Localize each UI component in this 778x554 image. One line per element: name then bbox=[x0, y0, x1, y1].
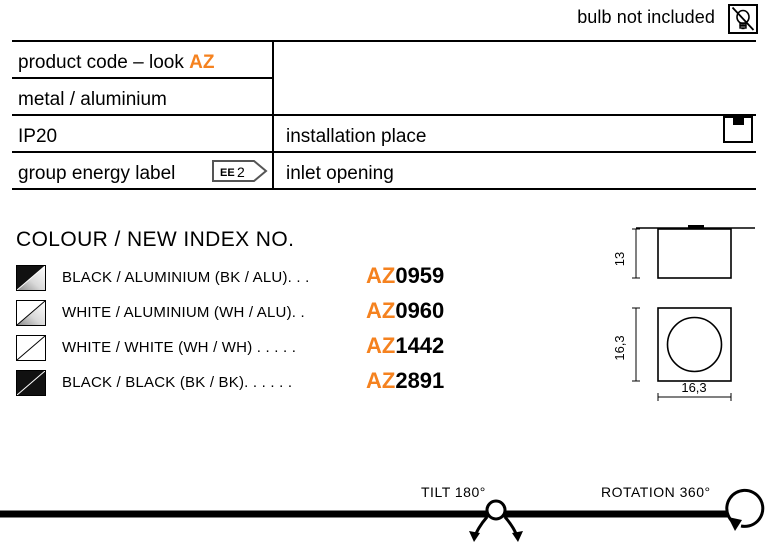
row-energy-label: group energy label bbox=[18, 163, 176, 184]
bulb-note-strip: bulb not included bbox=[0, 0, 778, 38]
table-rule-top bbox=[12, 40, 756, 42]
row-inlet-opening: inlet opening bbox=[286, 163, 394, 184]
colour-index-section: COLOUR / NEW INDEX NO. BLACK / ALUMINIUM… bbox=[16, 228, 486, 401]
colour-name-text: BLACK / ALUMINIUM (BK / ALU) bbox=[62, 269, 288, 286]
white-aluminium-swatch bbox=[16, 300, 46, 326]
colour-code: AZ1442 bbox=[366, 333, 444, 359]
bulb-crossed-out-icon bbox=[728, 4, 758, 34]
svg-text:EE: EE bbox=[220, 167, 235, 179]
colour-section-heading: COLOUR / NEW INDEX NO. bbox=[16, 228, 295, 251]
colour-name-text: WHITE / WHITE (WH / WH) bbox=[62, 339, 253, 356]
code-number: 0959 bbox=[395, 263, 445, 288]
code-prefix: AZ bbox=[366, 298, 396, 323]
colour-code: AZ0959 bbox=[366, 263, 444, 289]
table-rule-3 bbox=[12, 151, 756, 153]
motion-capability-strip: TILT 180° ROTATION 360° bbox=[0, 470, 778, 554]
product-spec-sheet: bulb not included product code – look AZ… bbox=[0, 0, 778, 554]
list-item: WHITE / WHITE (WH / WH) . . . . . AZ1442 bbox=[16, 331, 486, 366]
colour-leader: . . . . . bbox=[256, 339, 297, 356]
rotation-label: ROTATION 360° bbox=[601, 484, 711, 500]
black-aluminium-swatch bbox=[16, 265, 46, 291]
colour-leader: . . . . . . bbox=[244, 374, 293, 391]
svg-text:2: 2 bbox=[237, 164, 245, 180]
list-item: BLACK / ALUMINIUM (BK / ALU). . . AZ0959 bbox=[16, 261, 486, 296]
bulb-note-label: bulb not included bbox=[577, 7, 715, 27]
code-number: 0960 bbox=[395, 298, 445, 323]
tilt-label: TILT 180° bbox=[421, 484, 486, 500]
colour-name: BLACK / ALUMINIUM (BK / ALU). . . bbox=[62, 269, 310, 286]
black-black-swatch bbox=[16, 370, 46, 396]
ceiling-mount-icon bbox=[722, 114, 754, 144]
colour-name: WHITE / ALUMINIUM (WH / ALU). . bbox=[62, 304, 305, 321]
colour-name-text: BLACK / BLACK (BK / BK) bbox=[62, 374, 245, 391]
spec-table: product code – look AZ metal / aluminium… bbox=[12, 40, 756, 190]
code-prefix: AZ bbox=[366, 368, 396, 393]
table-column-divider bbox=[272, 40, 274, 188]
colour-leader: . . . bbox=[287, 269, 310, 286]
product-code-value: AZ bbox=[189, 52, 215, 73]
row-material: metal / aluminium bbox=[18, 89, 167, 110]
colour-name-text: WHITE / ALUMINIUM (WH / ALU) bbox=[62, 304, 292, 321]
table-rule-2 bbox=[12, 114, 756, 116]
energy-label-badge: EE 2 bbox=[212, 160, 268, 182]
code-number: 2891 bbox=[395, 368, 445, 393]
code-prefix: AZ bbox=[366, 263, 396, 288]
colour-leader: . . bbox=[291, 304, 305, 321]
row-ip-rating: IP20 bbox=[18, 126, 58, 147]
code-prefix: AZ bbox=[366, 333, 396, 358]
table-rule-1 bbox=[12, 77, 272, 79]
colour-code: AZ0960 bbox=[366, 298, 444, 324]
list-item: WHITE / ALUMINIUM (WH / ALU). . AZ0960 bbox=[16, 296, 486, 331]
list-item: BLACK / BLACK (BK / BK). . . . . . AZ289… bbox=[16, 366, 486, 401]
code-number: 1442 bbox=[395, 333, 445, 358]
technical-drawing: 13 16,3 16,3 bbox=[600, 215, 778, 405]
svg-text:13: 13 bbox=[612, 252, 627, 266]
colour-code: AZ2891 bbox=[366, 368, 444, 394]
svg-text:16,3: 16,3 bbox=[612, 335, 627, 360]
table-rule-bottom bbox=[12, 188, 756, 190]
svg-text:16,3: 16,3 bbox=[681, 380, 706, 395]
row-product-code: product code – look AZ bbox=[18, 53, 214, 72]
white-white-swatch bbox=[16, 335, 46, 361]
colour-name: WHITE / WHITE (WH / WH) . . . . . bbox=[62, 339, 296, 356]
product-code-label: product code – look bbox=[18, 52, 190, 73]
colour-name: BLACK / BLACK (BK / BK). . . . . . bbox=[62, 374, 292, 391]
row-installation-place: installation place bbox=[286, 126, 427, 147]
